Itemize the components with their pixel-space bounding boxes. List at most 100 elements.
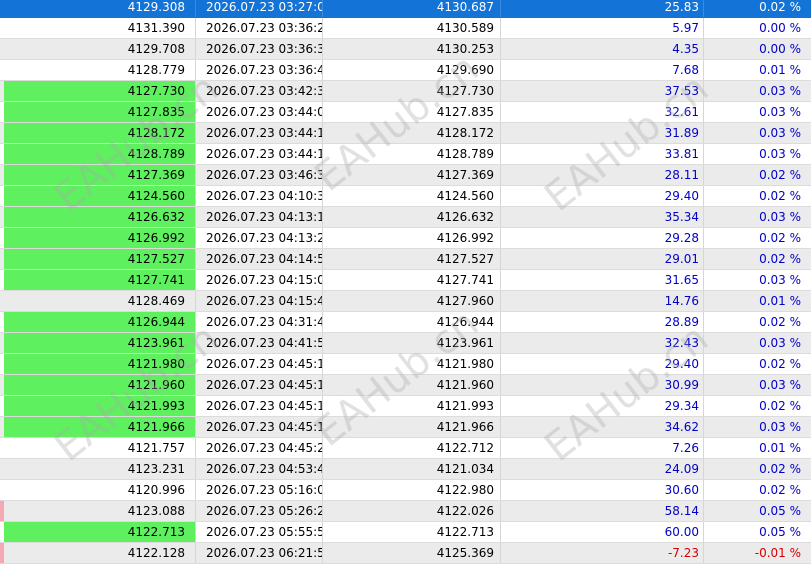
table-row[interactable]: 4126.632 2026.07.23 04:13:18 4126.632 35.34… xyxy=(0,207,811,228)
price-open-cell: 4121.966 xyxy=(4,417,196,437)
percent-cell: -0.01 % xyxy=(754,546,801,560)
table-row[interactable]: 4127.730 2026.07.23 03:42:39 4127.730 37.53… xyxy=(0,81,811,102)
price-close-cell: 4127.960 xyxy=(323,291,501,311)
price-open-cell: 4123.231 xyxy=(4,459,196,479)
profit-cell: 7.68 xyxy=(501,60,704,80)
price-close-cell: 4128.789 xyxy=(323,144,501,164)
percent-cell: 0.03 % xyxy=(759,273,801,287)
profit-cell: 28.11 xyxy=(501,165,704,185)
profit-cell: 37.53 xyxy=(501,81,704,101)
time-cell: 2026.07.23 04:45:11 xyxy=(196,417,323,437)
table-row[interactable]: 4127.741 2026.07.23 04:15:00 4127.741 31.65… xyxy=(0,270,811,291)
time-cell: 2026.07.23 03:42:39 xyxy=(196,81,323,101)
table-row[interactable]: 4129.308 2026.07.23 03:27:09 4130.687 25.83… xyxy=(0,0,811,18)
percent-cell: 0.02 % xyxy=(759,483,801,497)
percent-cell: 0.02 % xyxy=(759,252,801,266)
table-row[interactable]: 4127.835 2026.07.23 03:44:09 4127.835 32.61… xyxy=(0,102,811,123)
percent-cell: 0.02 % xyxy=(759,462,801,476)
price-close-cell: 4121.966 xyxy=(323,417,501,437)
time-cell: 2026.07.23 03:36:21 xyxy=(196,18,323,38)
percent-cell: 0.02 % xyxy=(759,189,801,203)
price-close-cell: 4126.992 xyxy=(323,228,501,248)
profit-cell: 58.14 xyxy=(501,501,704,521)
price-open-cell: 4128.789 xyxy=(4,144,196,164)
price-close-cell: 4124.560 xyxy=(323,186,501,206)
price-open-cell: 4121.757 xyxy=(4,438,196,458)
price-open-cell: 4127.730 xyxy=(4,81,196,101)
price-open-cell: 4120.996 xyxy=(4,480,196,500)
table-row[interactable]: 4121.960 2026.07.23 04:45:11 4121.960 30.99… xyxy=(0,375,811,396)
time-cell: 2026.07.23 04:14:57 xyxy=(196,249,323,269)
table-row[interactable]: 4120.996 2026.07.23 05:16:03 4122.980 30.60… xyxy=(0,480,811,501)
table-row[interactable]: 4128.779 2026.07.23 03:36:48 4129.690 7.68 0… xyxy=(0,60,811,81)
price-close-cell: 4122.026 xyxy=(323,501,501,521)
price-open-cell: 4126.944 xyxy=(4,312,196,332)
percent-cell: 0.03 % xyxy=(759,147,801,161)
table-row[interactable]: 4121.993 2026.07.23 04:45:11 4121.993 29.34… xyxy=(0,396,811,417)
price-open-cell: 4128.779 xyxy=(4,60,196,80)
time-cell: 2026.07.23 03:44:16 xyxy=(196,123,323,143)
table-row[interactable]: 4129.708 2026.07.23 03:36:33 4130.253 4.35 0… xyxy=(0,39,811,60)
percent-cell: 0.03 % xyxy=(759,210,801,224)
table-row[interactable]: 4123.961 2026.07.23 04:41:56 4123.961 32.43… xyxy=(0,333,811,354)
percent-cell: 0.00 % xyxy=(759,21,801,35)
percent-cell: 0.02 % xyxy=(759,0,801,14)
time-cell: 2026.07.23 04:45:11 xyxy=(196,396,323,416)
time-cell: 2026.07.23 06:21:56 xyxy=(196,543,323,563)
price-close-cell: 4129.690 xyxy=(323,60,501,80)
trade-history-table: 4129.308 2026.07.23 03:27:09 4130.687 25.83… xyxy=(0,0,811,564)
percent-cell: 0.03 % xyxy=(759,420,801,434)
profit-cell: 32.61 xyxy=(501,102,704,122)
percent-cell: 0.05 % xyxy=(759,504,801,518)
price-close-cell: 4127.835 xyxy=(323,102,501,122)
table-row[interactable]: 4121.757 2026.07.23 04:45:28 4122.712 7.26 0… xyxy=(0,438,811,459)
table-row[interactable]: 4123.231 2026.07.23 04:53:46 4121.034 24.09… xyxy=(0,459,811,480)
price-open-cell: 4123.961 xyxy=(4,333,196,353)
price-open-cell: 4129.308 xyxy=(4,0,196,17)
percent-cell: 0.01 % xyxy=(759,294,801,308)
price-open-cell: 4128.469 xyxy=(4,291,196,311)
price-open-cell: 4122.713 xyxy=(4,522,196,542)
price-open-cell: 4131.390 xyxy=(4,18,196,38)
time-cell: 2026.07.23 04:10:33 xyxy=(196,186,323,206)
profit-cell: 33.81 xyxy=(501,144,704,164)
table-row[interactable]: 4121.980 2026.07.23 04:45:11 4121.980 29.40… xyxy=(0,354,811,375)
price-open-cell: 4121.960 xyxy=(4,375,196,395)
table-row[interactable]: 4126.944 2026.07.23 04:31:40 4126.944 28.89… xyxy=(0,312,811,333)
table-row[interactable]: 4123.088 2026.07.23 05:26:22 4122.026 58.14… xyxy=(0,501,811,522)
profit-cell: 29.34 xyxy=(501,396,704,416)
price-open-cell: 4129.708 xyxy=(4,39,196,59)
table-row[interactable]: 4124.560 2026.07.23 04:10:33 4124.560 29.40… xyxy=(0,186,811,207)
profit-cell: 28.89 xyxy=(501,312,704,332)
time-cell: 2026.07.23 04:45:28 xyxy=(196,438,323,458)
table-row[interactable]: 4128.789 2026.07.23 03:44:19 4128.789 33.81… xyxy=(0,144,811,165)
percent-cell: 0.03 % xyxy=(759,126,801,140)
time-cell: 2026.07.23 04:45:11 xyxy=(196,354,323,374)
price-open-cell: 4127.527 xyxy=(4,249,196,269)
price-open-cell: 4128.172 xyxy=(4,123,196,143)
price-close-cell: 4127.527 xyxy=(323,249,501,269)
table-row[interactable]: 4121.966 2026.07.23 04:45:11 4121.966 34.62… xyxy=(0,417,811,438)
price-open-cell: 4123.088 xyxy=(4,501,196,521)
profit-cell: 25.83 xyxy=(501,0,704,17)
table-row[interactable]: 4122.713 2026.07.23 05:55:53 4122.713 60.00… xyxy=(0,522,811,543)
table-row[interactable]: 4131.390 2026.07.23 03:36:21 4130.589 5.97 0… xyxy=(0,18,811,39)
table-row[interactable]: 4128.172 2026.07.23 03:44:16 4128.172 31.89… xyxy=(0,123,811,144)
profit-cell: 24.09 xyxy=(501,459,704,479)
price-close-cell: 4122.712 xyxy=(323,438,501,458)
time-cell: 2026.07.23 04:15:40 xyxy=(196,291,323,311)
profit-cell: 30.60 xyxy=(501,480,704,500)
time-cell: 2026.07.23 03:46:30 xyxy=(196,165,323,185)
percent-cell: 0.02 % xyxy=(759,357,801,371)
price-close-cell: 4127.369 xyxy=(323,165,501,185)
table-row[interactable]: 4128.469 2026.07.23 04:15:40 4127.960 14.76… xyxy=(0,291,811,312)
price-close-cell: 4127.730 xyxy=(323,81,501,101)
table-row[interactable]: 4127.369 2026.07.23 03:46:30 4127.369 28.11… xyxy=(0,165,811,186)
profit-cell: 29.01 xyxy=(501,249,704,269)
percent-cell: 0.02 % xyxy=(759,231,801,245)
percent-cell: 0.02 % xyxy=(759,399,801,413)
price-close-cell: 4128.172 xyxy=(323,123,501,143)
table-row[interactable]: 4126.992 2026.07.23 04:13:21 4126.992 29.28… xyxy=(0,228,811,249)
price-open-cell: 4124.560 xyxy=(4,186,196,206)
table-row[interactable]: 4127.527 2026.07.23 04:14:57 4127.527 29.01… xyxy=(0,249,811,270)
